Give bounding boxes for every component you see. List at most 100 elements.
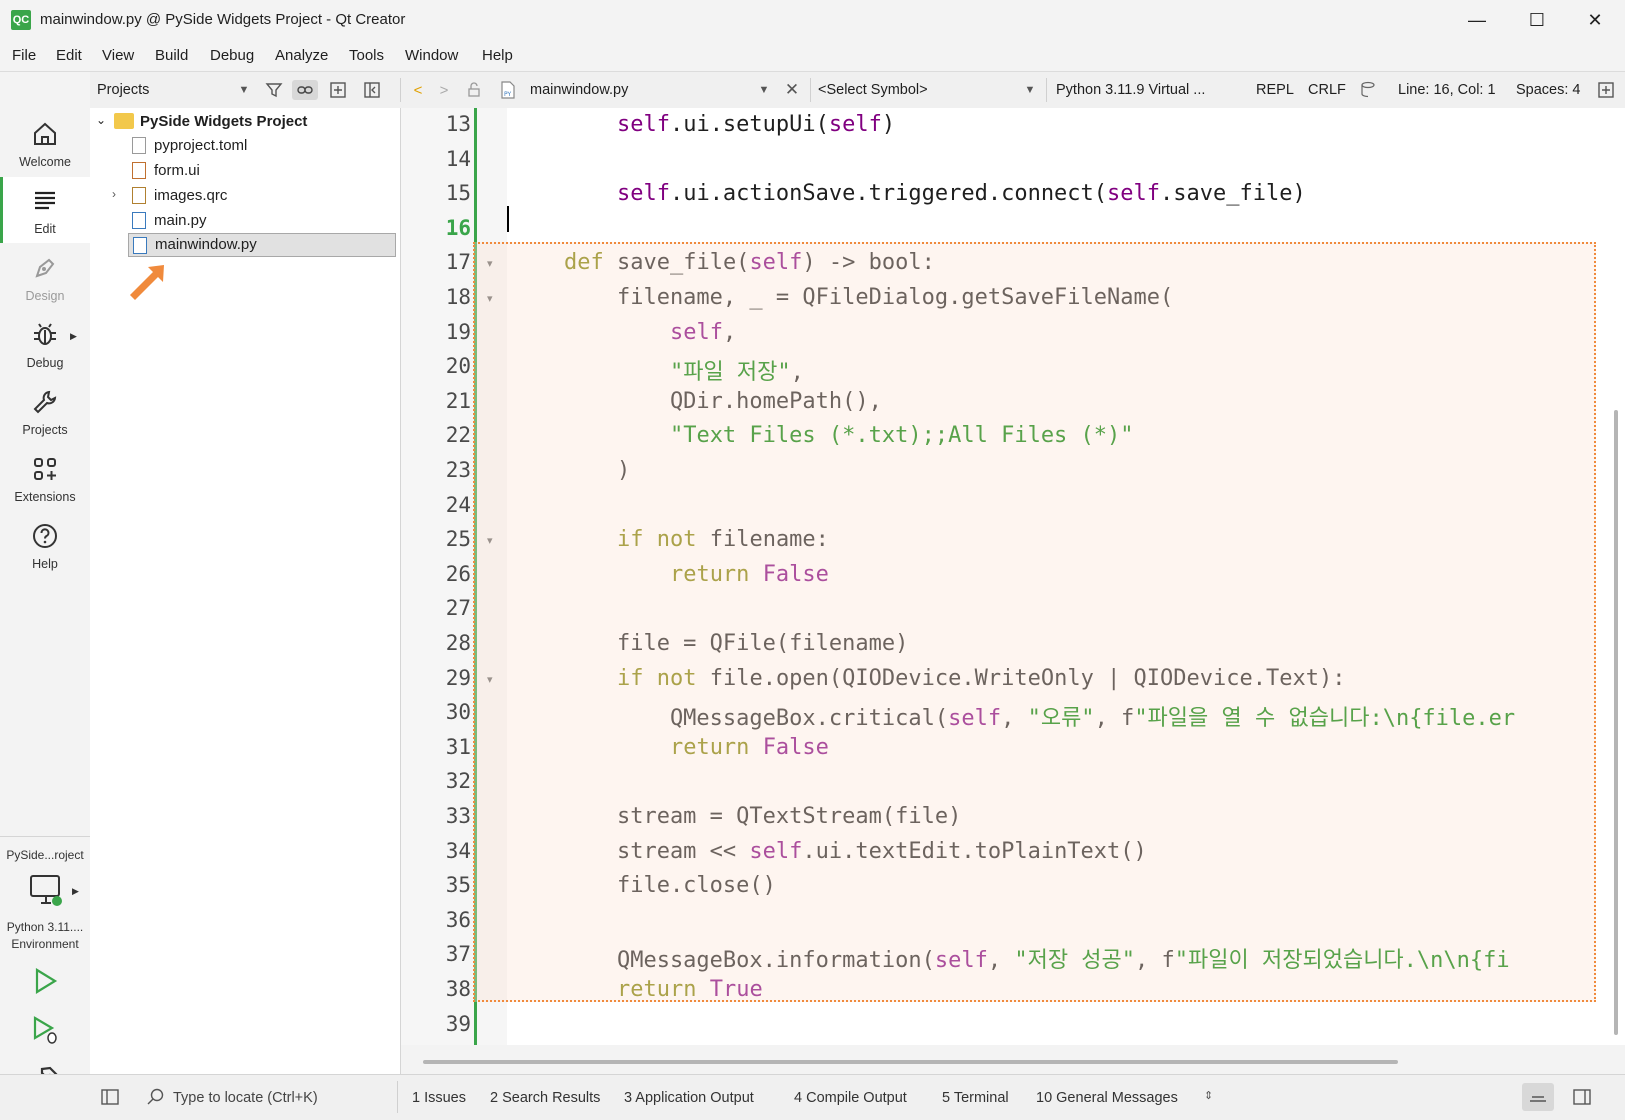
code-line[interactable]: if not filename: bbox=[511, 527, 829, 561]
pane-issues[interactable]: 1 Issues bbox=[412, 1090, 466, 1106]
symbol-select[interactable]: <Select Symbol> bbox=[818, 82, 928, 98]
cursor-position[interactable]: Line: 16, Col: 1 bbox=[1398, 82, 1496, 98]
mode-projects[interactable]: Projects bbox=[0, 378, 90, 444]
mode-edit[interactable]: Edit bbox=[0, 177, 90, 243]
fold-marker-icon[interactable]: ▾ bbox=[487, 673, 497, 686]
line-number: 33 bbox=[445, 804, 471, 828]
filter-icon[interactable] bbox=[264, 80, 284, 100]
mode-help[interactable]: Help bbox=[0, 512, 90, 578]
tree-item-images-qrc[interactable]: › images.qrc bbox=[90, 184, 400, 208]
run-button[interactable] bbox=[30, 966, 60, 996]
code-line[interactable]: file = QFile(filename) bbox=[511, 631, 908, 665]
menu-window[interactable]: Window bbox=[405, 47, 458, 64]
close-icon[interactable]: ✕ bbox=[782, 80, 802, 100]
code-line[interactable]: return False bbox=[511, 562, 829, 596]
repl-button[interactable]: REPL bbox=[1256, 82, 1294, 98]
lock-icon[interactable] bbox=[464, 80, 484, 100]
line-ending-selector[interactable]: CRLF bbox=[1308, 82, 1346, 98]
tree-item-pyproject[interactable]: pyproject.toml bbox=[90, 134, 400, 158]
chevron-down-icon[interactable]: ⌄ bbox=[96, 113, 106, 127]
progress-details-icon[interactable] bbox=[1522, 1083, 1554, 1111]
code-line[interactable]: return False bbox=[511, 735, 829, 769]
code-line[interactable]: self, bbox=[511, 320, 736, 354]
mode-welcome[interactable]: Welcome bbox=[0, 110, 90, 176]
close-window-button[interactable]: ✕ bbox=[1566, 0, 1624, 40]
code-line[interactable]: QDir.homePath(), bbox=[511, 389, 882, 423]
split-icon[interactable] bbox=[328, 80, 348, 100]
code-line[interactable]: if not file.open(QIODevice.WriteOnly | Q… bbox=[511, 666, 1346, 700]
close-sidebar-icon[interactable] bbox=[362, 80, 382, 100]
line-number: 27 bbox=[445, 596, 471, 621]
line-number: 14 bbox=[445, 146, 471, 171]
code-line[interactable]: stream << self.ui.textEdit.toPlainText() bbox=[511, 839, 1147, 873]
pane-general-messages[interactable]: 10 General Messages bbox=[1036, 1090, 1178, 1106]
pane-application-output[interactable]: 3 Application Output bbox=[624, 1090, 754, 1106]
open-file-tab[interactable]: mainwindow.py bbox=[530, 82, 628, 98]
menu-help[interactable]: Help bbox=[482, 47, 513, 64]
code-line[interactable]: self.ui.actionSave.triggered.connect(sel… bbox=[511, 181, 1306, 215]
kit-selector-button[interactable] bbox=[28, 873, 64, 909]
fold-marker-icon[interactable]: ▾ bbox=[487, 292, 497, 305]
mode-debug[interactable]: ▶ Debug bbox=[0, 311, 90, 377]
toggle-right-sidebar-icon[interactable] bbox=[1572, 1087, 1592, 1107]
chevron-down-icon[interactable]: ▼ bbox=[234, 80, 254, 100]
pane-compile-output[interactable]: 4 Compile Output bbox=[794, 1090, 907, 1106]
tree-item-main-py[interactable]: main.py bbox=[90, 209, 400, 233]
editor-toolbar: Projects ▼ < > PY mainwindow.py ▼ ✕ <Sel… bbox=[90, 72, 1625, 109]
code-line[interactable]: QMessageBox.critical(self, "오류", f"파일을 열… bbox=[511, 700, 1515, 734]
code-editor[interactable]: 13 self.ui.setupUi(self) 14 15 self.ui.act… bbox=[401, 108, 1625, 1045]
projects-view-combo[interactable]: Projects bbox=[97, 82, 149, 98]
code-line[interactable]: "Text Files (*.txt);;All Files (*)" bbox=[511, 423, 1134, 457]
minimize-button[interactable]: — bbox=[1448, 0, 1506, 40]
edit-icon bbox=[31, 187, 59, 215]
chevron-down-icon[interactable]: ▼ bbox=[1020, 80, 1040, 100]
tree-item-mainwindow-py[interactable]: mainwindow.py bbox=[128, 233, 396, 257]
chevron-right-icon[interactable]: › bbox=[112, 187, 116, 201]
code-line[interactable]: QMessageBox.information(self, "저장 성공", f… bbox=[511, 942, 1510, 976]
code-line[interactable]: def save_file(self) -> bool: bbox=[511, 250, 935, 284]
pane-search-results[interactable]: 2 Search Results bbox=[490, 1090, 600, 1106]
monitor-icon bbox=[30, 875, 62, 906]
tree-root[interactable]: ⌄ PySide Widgets Project bbox=[90, 110, 400, 134]
maximize-button[interactable]: ☐ bbox=[1508, 0, 1566, 40]
svg-text:PY: PY bbox=[504, 91, 511, 98]
fold-marker-icon[interactable]: ▾ bbox=[487, 534, 497, 547]
locator-input[interactable]: Type to locate (Ctrl+K) bbox=[173, 1090, 318, 1106]
chevron-down-icon[interactable]: ▼ bbox=[754, 80, 774, 100]
mode-design[interactable]: Design bbox=[0, 244, 90, 310]
link-with-editor-icon[interactable] bbox=[292, 80, 318, 100]
code-line[interactable]: return True bbox=[511, 977, 763, 1011]
indentation-setting[interactable]: Spaces: 4 bbox=[1516, 82, 1581, 98]
annotation-arrow-icon bbox=[126, 263, 166, 303]
kit-env-line1: Python 3.11.... bbox=[6, 920, 84, 934]
code-line[interactable]: "파일 저장", bbox=[511, 354, 804, 388]
line-number: 16 bbox=[445, 215, 471, 240]
code-line[interactable]: file.close() bbox=[511, 873, 776, 907]
code-line[interactable]: filename, _ = QFileDialog.getSaveFileNam… bbox=[511, 285, 1173, 319]
back-icon[interactable]: < bbox=[408, 80, 428, 100]
menu-edit[interactable]: Edit bbox=[56, 47, 82, 64]
python-env-selector[interactable]: Python 3.11.9 Virtual ... bbox=[1056, 82, 1205, 98]
menu-view[interactable]: View bbox=[102, 47, 134, 64]
code-line[interactable]: stream = QTextStream(file) bbox=[511, 804, 961, 838]
encoding-icon[interactable] bbox=[1358, 80, 1378, 100]
menu-debug[interactable]: Debug bbox=[210, 47, 254, 64]
horizontal-scrollbar[interactable] bbox=[423, 1060, 1398, 1064]
tree-item-form-ui[interactable]: form.ui bbox=[90, 159, 400, 183]
mode-extensions[interactable]: Extensions bbox=[0, 445, 90, 511]
split-editor-icon[interactable] bbox=[1596, 80, 1616, 100]
code-line[interactable]: self.ui.setupUi(self) bbox=[511, 112, 895, 146]
pane-terminal[interactable]: 5 Terminal bbox=[942, 1090, 1009, 1106]
python-file-icon: PY bbox=[498, 80, 518, 100]
menu-tools[interactable]: Tools bbox=[349, 47, 384, 64]
menu-analyze[interactable]: Analyze bbox=[275, 47, 328, 64]
vertical-scrollbar[interactable] bbox=[1614, 410, 1618, 1035]
debug-run-button[interactable] bbox=[30, 1015, 60, 1045]
fold-marker-icon[interactable]: ▾ bbox=[487, 257, 497, 270]
code-line[interactable]: ) bbox=[511, 458, 630, 492]
menu-build[interactable]: Build bbox=[155, 47, 188, 64]
more-panes-icon[interactable]: ⇕ bbox=[1204, 1089, 1213, 1102]
forward-icon[interactable]: > bbox=[434, 80, 454, 100]
menu-file[interactable]: File bbox=[12, 47, 36, 64]
toggle-sidebar-icon[interactable] bbox=[100, 1087, 120, 1107]
